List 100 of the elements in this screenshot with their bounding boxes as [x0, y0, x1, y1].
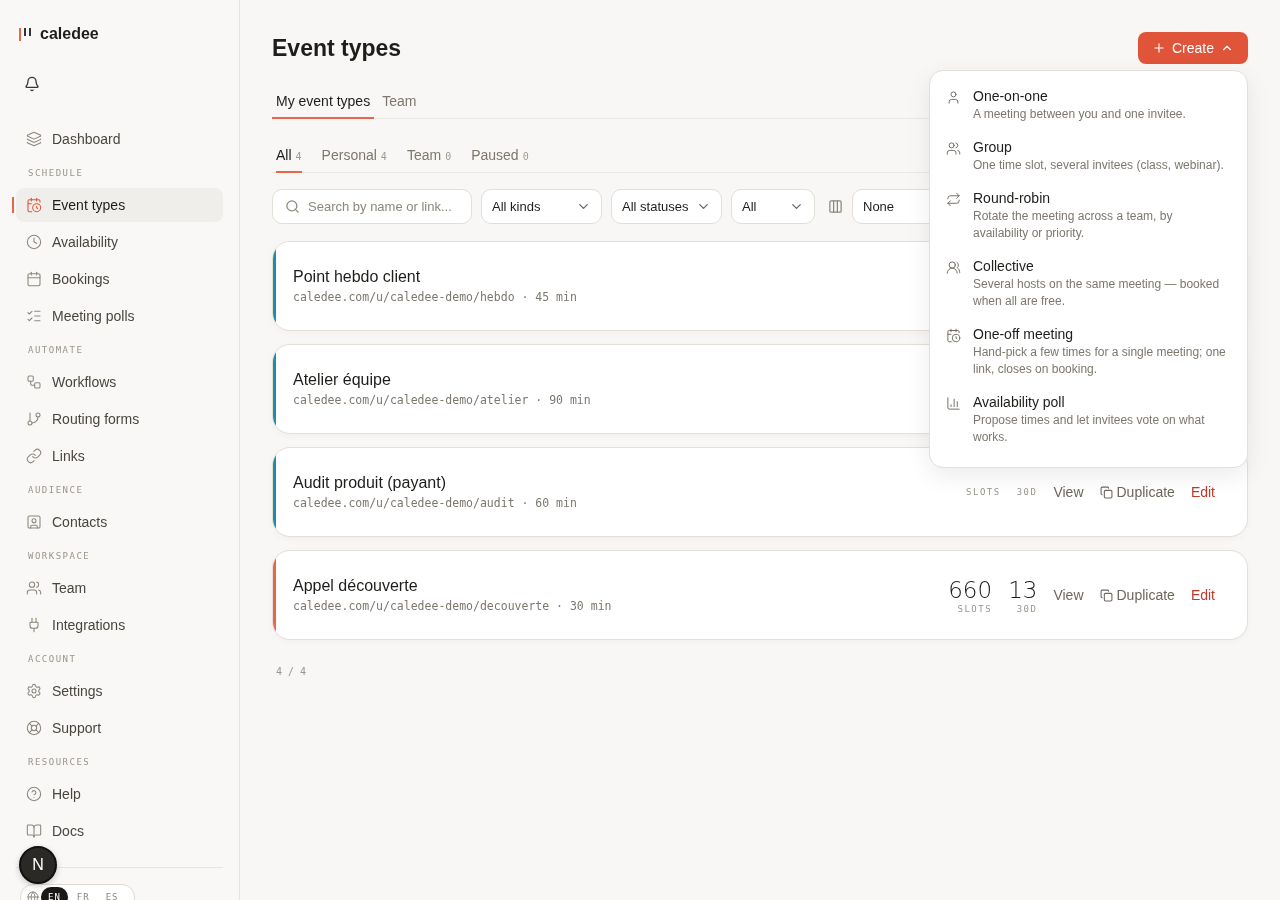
stat-label: 30D — [1016, 604, 1038, 614]
menu-item-title: Availability poll — [973, 394, 1066, 410]
menu-item[interactable]: Collective Several hosts on the same meeting — booked when all are free. — [940, 253, 1237, 319]
sidebar-item-label: Dashboard — [52, 131, 121, 147]
menu-item-description: Several hosts on the same meeting — booked when all are free. — [973, 276, 1221, 310]
action-link[interactable]: View — [1053, 484, 1084, 500]
help-icon — [26, 786, 42, 802]
sidebar-item[interactable]: Integrations — [16, 612, 223, 638]
filter-tab-label: Paused — [471, 147, 519, 163]
sidebar-item[interactable]: Contacts — [16, 509, 223, 535]
section-title: AUDIENCE — [27, 484, 85, 497]
brand-name: caledee — [40, 25, 99, 43]
sidebar-item-label: Bookings — [52, 271, 110, 287]
language-option[interactable]: ES — [98, 887, 126, 900]
sidebar-item-label: Meeting polls — [52, 308, 135, 324]
users-icon — [26, 580, 42, 596]
menu-item-title: Group — [973, 139, 1013, 155]
event-type-card[interactable]: Appel découverte caledee.com/u/caledee-demo/decouverte · 30 min 660 SLOTS 13 30D View Duplicate Edit — [272, 550, 1248, 640]
filter-tab[interactable]: Paused 0 — [471, 141, 529, 173]
sidebar-item[interactable]: Support — [16, 715, 223, 741]
sidebar-item-label: Team — [52, 580, 87, 596]
section-title: SCHEDULE — [27, 167, 85, 180]
filter-dropdown[interactable]: All kinds — [481, 189, 602, 224]
users-icon — [946, 260, 961, 275]
filter-tab-label: Team — [406, 147, 442, 163]
language-option[interactable]: FR — [69, 887, 97, 900]
tab[interactable]: Team — [378, 85, 421, 119]
sidebar-item[interactable]: Bookings — [16, 266, 223, 292]
lifebuoy-icon — [26, 720, 42, 736]
sidebar-item-label: Contacts — [52, 514, 108, 530]
sidebar-item[interactable]: Team — [16, 575, 223, 601]
menu-item-description: A meeting between you and one invitee. — [973, 106, 1186, 123]
action-link[interactable]: Duplicate — [1099, 484, 1175, 500]
repeat-icon — [946, 192, 961, 207]
section-title: AUTOMATE — [27, 344, 85, 357]
event-type-link: caledee.com/u/caledee-demo/audit · 60 min — [293, 496, 577, 510]
section-title: ACCOUNT — [27, 653, 78, 666]
action-link[interactable]: View — [1053, 587, 1084, 603]
checklist-icon — [26, 308, 42, 324]
sidebar-item-label: Workflows — [52, 374, 117, 390]
filter-tab[interactable]: Team 0 — [406, 141, 452, 173]
sidebar-item[interactable]: Dashboard — [16, 126, 223, 152]
days-count: 13 — [1008, 576, 1038, 604]
sidebar-item[interactable]: Links — [16, 443, 223, 469]
link-icon — [26, 448, 42, 464]
sidebar-item[interactable]: Availability — [16, 229, 223, 255]
menu-item[interactable]: Group One time slot, several invitees (class, webinar). — [940, 134, 1237, 183]
notification-bell-icon[interactable] — [24, 76, 40, 92]
stat-label: 30D — [1016, 487, 1038, 497]
filter-dropdown[interactable]: All statuses — [611, 189, 722, 224]
filter-tab[interactable]: Personal 4 — [321, 141, 387, 173]
filter-dropdown[interactable]: All — [731, 189, 815, 224]
columns-icon[interactable] — [828, 199, 843, 214]
layers-icon — [26, 131, 42, 147]
sidebar-item[interactable]: Routing forms — [16, 406, 223, 432]
calendar-clock-icon — [946, 328, 961, 343]
action-link[interactable]: Duplicate — [1099, 587, 1175, 603]
bar-chart-icon — [946, 396, 961, 411]
sidebar-item[interactable]: Meeting polls — [16, 303, 223, 329]
event-type-card[interactable]: Audit produit (payant) caledee.com/u/caledee-demo/audit · 60 min SLOTS 30D View Duplicate Edit — [272, 447, 1248, 537]
action-link[interactable]: Edit — [1190, 587, 1215, 603]
copy-icon — [1099, 485, 1113, 499]
search-field[interactable]: Search by name or link... — [272, 189, 472, 224]
slots-count: 660 — [948, 576, 993, 604]
language-option[interactable]: EN — [41, 887, 68, 900]
create-button[interactable]: Create — [1137, 32, 1248, 64]
section-title: WORKSPACE — [27, 550, 92, 563]
tab[interactable]: My event types — [272, 85, 375, 119]
filter-tab-label: Personal — [321, 147, 377, 163]
page-title: Event types — [272, 34, 402, 62]
filter-tab-count: 0 — [522, 151, 529, 162]
result-count: 4 / 4 — [275, 666, 308, 677]
sidebar-item-label: Support — [52, 720, 102, 736]
filter-tab-label: All — [276, 147, 292, 163]
logo-icon — [18, 26, 32, 42]
action-link[interactable]: Edit — [1190, 484, 1215, 500]
menu-item-title: Collective — [973, 258, 1035, 274]
user-icon — [946, 90, 961, 105]
plus-icon — [1151, 41, 1166, 55]
menu-item-description: One time slot, several invitees (class, webinar). — [973, 157, 1224, 174]
stat-label: SLOTS — [957, 604, 993, 614]
search-icon — [285, 199, 300, 214]
menu-item[interactable]: One-on-one A meeting between you and one invitee. — [940, 83, 1237, 132]
avatar[interactable]: N — [19, 846, 57, 884]
sidebar-item-label: Links — [52, 448, 85, 464]
copy-icon — [1099, 588, 1113, 602]
sidebar-item[interactable]: Help — [16, 781, 223, 807]
menu-item-description: Rotate the meeting across a team, by availability or priority. — [973, 208, 1174, 242]
sidebar-item-label: Event types — [52, 197, 126, 213]
sidebar-item-label: Settings — [52, 683, 103, 699]
filter-tab[interactable]: All 4 — [276, 141, 302, 173]
section-title: RESOURCES — [27, 756, 92, 769]
sidebar-item-label: Availability — [52, 234, 118, 250]
sidebar-item[interactable]: Docs — [16, 818, 223, 844]
sidebar-item[interactable]: Settings — [16, 678, 223, 704]
sidebar-item[interactable]: Workflows — [16, 369, 223, 395]
event-type-name: Atelier équipe — [293, 371, 392, 389]
stat-label: SLOTS — [966, 487, 1001, 497]
filter-tab-count: 4 — [295, 151, 302, 162]
event-type-name: Audit produit (payant) — [293, 474, 447, 492]
